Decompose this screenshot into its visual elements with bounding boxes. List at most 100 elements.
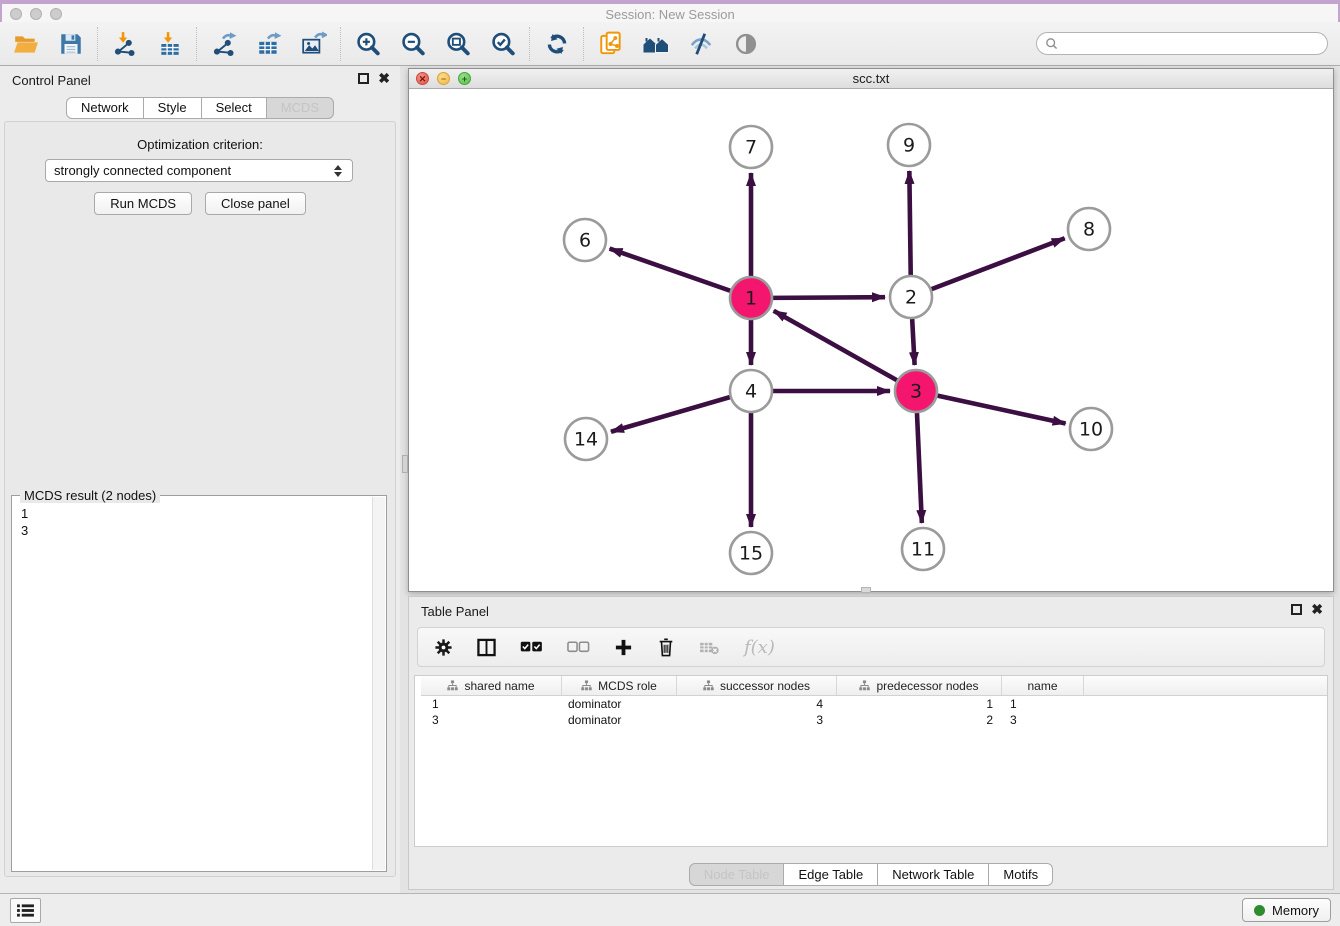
criterion-dropdown[interactable]: strongly connected component xyxy=(45,159,353,182)
search-icon xyxy=(1045,37,1059,51)
float-panel-icon[interactable] xyxy=(358,73,369,84)
toolbar-separator xyxy=(529,27,530,61)
mcds-result-item: 3 xyxy=(21,522,371,539)
table-panel-title: Table Panel xyxy=(421,604,489,619)
toolbar-separator xyxy=(97,27,98,61)
table-toolbar: f(x) xyxy=(417,627,1325,667)
network-view-window: ✕ − + scc.txt 7968124314101511 xyxy=(408,68,1334,592)
search-input[interactable] xyxy=(1063,37,1319,51)
graph-edge-4-14[interactable] xyxy=(611,397,730,432)
zoom-out-icon[interactable] xyxy=(399,30,426,57)
graph-edge-2-8[interactable] xyxy=(932,238,1065,289)
column-header-predecessor-nodes[interactable]: predecessor nodes xyxy=(837,676,1002,695)
export-image-icon[interactable] xyxy=(300,30,327,57)
graph-edge-2-9[interactable] xyxy=(909,171,910,275)
select-all-icon[interactable] xyxy=(520,635,543,659)
control-panel-titlebar: Control Panel ✖ xyxy=(0,66,400,94)
column-header-MCDS-role[interactable]: MCDS role xyxy=(562,676,677,695)
deselect-all-icon[interactable] xyxy=(567,635,590,659)
add-row-icon[interactable] xyxy=(614,635,633,659)
import-table-icon[interactable] xyxy=(156,30,183,57)
close-panel-icon[interactable]: ✖ xyxy=(1311,603,1323,615)
graph-node-label: 10 xyxy=(1079,419,1103,441)
graph-edge-1-2[interactable] xyxy=(773,297,885,298)
refresh-layout-icon[interactable] xyxy=(543,30,570,57)
column-settings-icon[interactable] xyxy=(434,635,453,659)
close-panel-icon[interactable]: ✖ xyxy=(378,72,390,84)
hide-details-icon[interactable] xyxy=(687,30,714,57)
memory-status-icon xyxy=(1254,905,1265,916)
run-mcds-button[interactable]: Run MCDS xyxy=(94,192,192,215)
table-row[interactable]: 3dominator323 xyxy=(421,712,1327,728)
tab-network-table[interactable]: Network Table xyxy=(877,863,989,886)
network-window-title: scc.txt xyxy=(409,71,1333,86)
splitter-handle[interactable] xyxy=(402,455,408,473)
table-tabs: Node Table Edge Table Network Table Moti… xyxy=(409,863,1333,886)
window-title: Session: New Session xyxy=(0,7,1340,22)
graph-node-label: 1 xyxy=(745,288,757,310)
tab-network[interactable]: Network xyxy=(66,97,144,119)
graph-node-label: 14 xyxy=(574,429,598,451)
dropdown-stepper-icon xyxy=(334,165,344,177)
zoom-selected-icon[interactable] xyxy=(489,30,516,57)
toolbar-separator xyxy=(340,27,341,61)
graph-node-label: 8 xyxy=(1083,219,1095,241)
save-session-icon[interactable] xyxy=(57,30,84,57)
tab-edge-table[interactable]: Edge Table xyxy=(783,863,878,886)
splitter-handle[interactable] xyxy=(861,587,871,593)
table-row[interactable]: 1dominator411 xyxy=(421,696,1327,712)
mcds-result-box: MCDS result (2 nodes) 13 xyxy=(11,495,387,872)
search-field[interactable] xyxy=(1036,32,1328,55)
table-header-row: shared nameMCDS rolesuccessor nodesprede… xyxy=(421,676,1327,696)
graph-edge-3-11[interactable] xyxy=(917,413,922,523)
graph-edge-3-10[interactable] xyxy=(937,396,1065,424)
tab-node-table[interactable]: Node Table xyxy=(689,863,785,886)
criterion-dropdown-value: strongly connected component xyxy=(54,163,231,178)
list-icon xyxy=(16,903,35,918)
control-panel: Control Panel ✖ Network Style Select MCD… xyxy=(0,66,400,893)
show-details-icon[interactable] xyxy=(732,30,759,57)
zoom-in-icon[interactable] xyxy=(354,30,381,57)
tab-style[interactable]: Style xyxy=(143,97,202,119)
mcds-result-list[interactable]: 13 xyxy=(13,497,371,870)
export-network-icon[interactable] xyxy=(210,30,237,57)
column-header-successor-nodes[interactable]: successor nodes xyxy=(677,676,837,695)
network-graph-canvas[interactable]: 7968124314101511 xyxy=(409,89,1333,591)
task-history-button[interactable] xyxy=(10,898,41,923)
graph-edge-1-6[interactable] xyxy=(610,249,731,291)
graph-edge-2-3[interactable] xyxy=(912,319,914,365)
column-header-shared-name[interactable]: shared name xyxy=(421,676,562,695)
tab-select[interactable]: Select xyxy=(201,97,267,119)
split-panel-icon[interactable] xyxy=(477,635,496,659)
network-window-titlebar[interactable]: ✕ − + scc.txt xyxy=(409,69,1333,89)
control-panel-title: Control Panel xyxy=(12,73,91,88)
graph-node-label: 6 xyxy=(579,230,591,252)
tab-mcds[interactable]: MCDS xyxy=(266,97,334,119)
mcds-result-item: 1 xyxy=(21,505,371,522)
status-bar: Memory xyxy=(0,893,1340,926)
home-icon[interactable] xyxy=(642,30,669,57)
result-scrollbar[interactable] xyxy=(372,497,385,870)
memory-button[interactable]: Memory xyxy=(1242,898,1331,922)
column-header-name[interactable]: name xyxy=(1002,676,1084,695)
mcds-panel-body: Optimization criterion: strongly connect… xyxy=(4,121,396,877)
zoom-fit-icon[interactable] xyxy=(444,30,471,57)
table-panel-titlebar: Table Panel ✖ xyxy=(409,597,1333,623)
table-body: 1dominator4113dominator323 xyxy=(421,696,1327,728)
hierarchy-icon xyxy=(581,680,592,691)
graph-node-label: 3 xyxy=(910,381,922,403)
table-panel: Table Panel ✖ xyxy=(408,596,1334,890)
float-panel-icon[interactable] xyxy=(1291,604,1302,615)
export-table-icon[interactable] xyxy=(255,30,282,57)
clone-network-icon[interactable] xyxy=(597,30,624,57)
memory-button-label: Memory xyxy=(1272,903,1319,918)
open-file-icon[interactable] xyxy=(12,30,39,57)
toolbar-separator xyxy=(583,27,584,61)
close-panel-button[interactable]: Close panel xyxy=(205,192,306,215)
toolbar-separator xyxy=(196,27,197,61)
delete-row-icon[interactable] xyxy=(657,635,675,659)
import-network-icon[interactable] xyxy=(111,30,138,57)
tab-motifs[interactable]: Motifs xyxy=(988,863,1053,886)
delete-table-icon xyxy=(699,635,720,659)
graph-edge-3-1[interactable] xyxy=(774,311,897,380)
